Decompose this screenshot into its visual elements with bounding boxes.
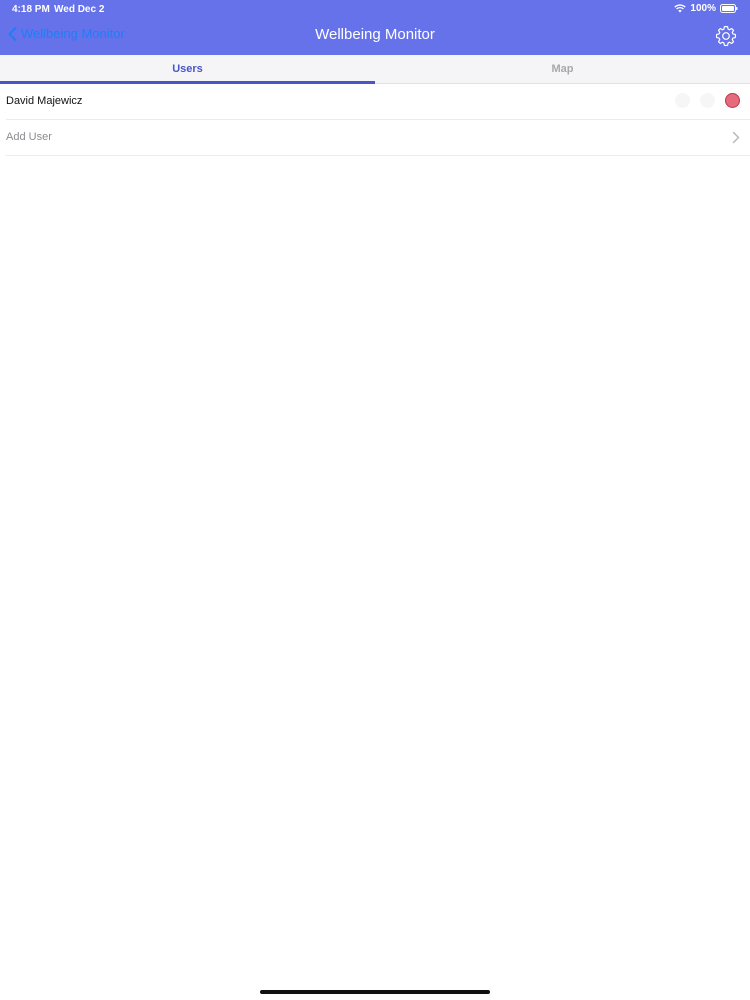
status-bar: 4:18 PM Wed Dec 2 100% — [0, 0, 750, 18]
status-dot-red — [725, 93, 740, 108]
wifi-icon — [674, 4, 687, 13]
home-indicator[interactable] — [260, 990, 490, 994]
status-dot — [700, 93, 715, 108]
user-list: David Majewicz Add User — [0, 84, 750, 156]
user-name: David Majewicz — [6, 95, 83, 107]
battery-percent: 100% — [690, 3, 716, 14]
tab-users[interactable]: Users — [0, 55, 375, 84]
status-right: 100% — [674, 3, 738, 14]
nav-bar: Wellbeing Monitor Wellbeing Monitor — [0, 18, 750, 55]
page-title: Wellbeing Monitor — [315, 26, 435, 43]
header: 4:18 PM Wed Dec 2 100% Wellbeing Monitor… — [0, 0, 750, 55]
status-dot — [675, 93, 690, 108]
tab-map[interactable]: Map — [375, 55, 750, 83]
tab-bar: Users Map — [0, 55, 750, 84]
status-date: Wed Dec 2 — [54, 4, 105, 15]
status-time: 4:18 PM — [12, 4, 50, 15]
add-user-row[interactable]: Add User — [6, 120, 750, 156]
gear-icon — [715, 25, 737, 47]
list-item[interactable]: David Majewicz — [6, 84, 750, 120]
chevron-right-icon — [732, 131, 740, 144]
add-user-label: Add User — [6, 131, 52, 143]
battery-icon — [720, 4, 738, 13]
status-indicators — [675, 93, 740, 108]
settings-button[interactable] — [714, 24, 738, 48]
